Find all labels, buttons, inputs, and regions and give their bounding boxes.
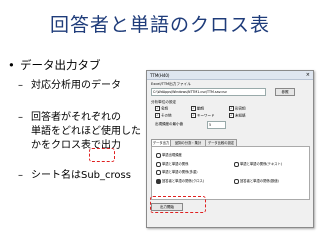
slide-title: 回答者と単語のクロス表 [49, 14, 270, 36]
sub-bullet: – 回答者がそれぞれの [18, 111, 126, 125]
bullet-dot-icon: • [8, 58, 15, 72]
dash-icon: – [18, 112, 23, 123]
option-word-relation-multi[interactable]: 単語と単語の関係(多重) [156, 169, 198, 175]
min-freq-input[interactable]: 5 [207, 121, 226, 129]
file-path-field[interactable]: C:\WdApps\Windows\NTTM1.csv\TTM.sav.csv [151, 88, 266, 96]
dash-icon: – [18, 170, 23, 181]
option-respondent-word-numeric[interactable]: 回答者と単語の関係(数値) [234, 178, 279, 184]
analysis-group-label: 分析単位の設定 [151, 100, 177, 104]
verb-checkbox[interactable]: ✓ 動詞 [191, 106, 204, 112]
sub-bullet: – シート名はSub_cross [18, 169, 131, 183]
highlight-cross-option [150, 196, 206, 213]
sub-bullet-continuation: 単語をどれほど使用した [31, 126, 141, 137]
highlight-data-output-tab [89, 148, 115, 162]
tab-pos-split[interactable]: 品詞の分割・集計 [170, 139, 206, 146]
dialog-titlebar: TTM(H40) × [147, 71, 313, 80]
bullet-text: データ出力タブ [20, 58, 101, 72]
dialog-title: TTM(H40) [150, 72, 170, 78]
close-icon[interactable]: × [306, 72, 310, 78]
option-word-frequency[interactable]: 単語出現頻度 [156, 152, 182, 158]
bullet-item: • データ出力タブ [8, 58, 126, 73]
bullet-list: • データ出力タブ – 対応分析用のデータ – 回答者がそれぞれの 単語をどれほど使用… [8, 58, 141, 183]
option-word-relation-text[interactable]: 単語と単語の関係(テキスト) [234, 161, 282, 167]
unknown-checkbox[interactable]: ✓ 未知語 [229, 113, 246, 119]
other-checkbox[interactable]: ✓ その他 [155, 113, 172, 119]
sub-bullet-text: 回答者がそれぞれの [31, 112, 121, 123]
sub-bullet-text: シート名はSub_cross [31, 170, 131, 181]
tab-data-output[interactable]: データ出力 [151, 139, 171, 146]
browse-button[interactable]: 参照 [275, 88, 295, 96]
file-group-label: Excel/TTM出力ファイル [151, 82, 191, 86]
keyword-checkbox[interactable]: ✓ キーワード [191, 113, 215, 119]
noun-checkbox[interactable]: ✓ 名詞 [155, 106, 168, 112]
sub-bullet: – 対応分析用のデータ [18, 79, 126, 93]
min-freq-label: 出現頻度の最小値 [155, 122, 183, 126]
option-respondent-word-cross[interactable]: 回答者と単語の関係(クロス) [156, 178, 204, 184]
sub-bullet-text: 対応分析用のデータ [31, 80, 121, 91]
tab-data-compare[interactable]: データ比較の設定 [205, 139, 237, 146]
option-word-relation[interactable]: 単語と単語の関係 [156, 161, 188, 167]
output-options-panel: 単語出現頻度 単語と単語の関係 単語と単語の関係(テキスト) 単語と単語の関係(… [151, 146, 310, 200]
adjective-checkbox[interactable]: ✓ 形容詞 [229, 106, 246, 112]
dash-icon: – [18, 80, 23, 91]
